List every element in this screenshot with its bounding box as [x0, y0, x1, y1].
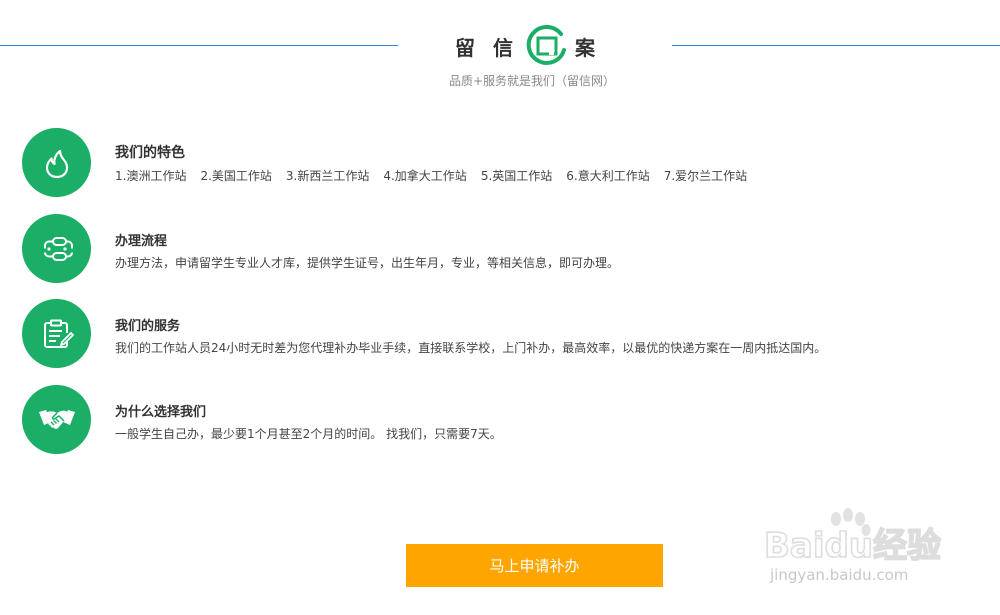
tagline: 品质+服务就是我们（留信网） — [448, 74, 616, 88]
station-list: 1.澳洲工作站 2.美国工作站 3.新西兰工作站 4.加拿大工作站 5.英国工作… — [115, 167, 747, 184]
feature-desc: 一般学生自己办，最少要1个月甚至2个月的时间。 找我们，只需要7天。 — [115, 427, 502, 441]
feature-title: 办理流程 — [115, 234, 168, 249]
logo-char-2: 信 — [493, 35, 513, 60]
feature-title: 我们的服务 — [115, 319, 181, 334]
watermark-url: jingyan.baidu.com — [770, 566, 909, 584]
station-link-canada[interactable]: 4.加拿大工作站 — [383, 167, 466, 184]
feature-item-features: 我们的特色 1.澳洲工作站 2.美国工作站 3.新西兰工作站 4.加拿大工作站 … — [22, 128, 982, 198]
station-link-ireland[interactable]: 7.爱尔兰工作站 — [664, 167, 747, 184]
header-divider-right — [672, 45, 1000, 46]
handshake-icon — [22, 385, 91, 454]
feature-title: 我们的特色 — [115, 145, 185, 161]
flame-icon — [22, 128, 91, 197]
page-header: 留 信 案 品质+服务就是我们（留信网） — [0, 0, 1000, 100]
station-link-uk[interactable]: 5.英国工作站 — [481, 167, 552, 184]
clipboard-pen-icon — [22, 299, 91, 368]
feature-desc: 我们的工作站人员24小时无时差为您代理补办毕业手续，直接联系学校，上门补办，最高… — [115, 341, 827, 355]
process-flow-icon — [22, 214, 91, 283]
station-link-new-zealand[interactable]: 3.新西兰工作站 — [286, 167, 369, 184]
feature-item-services: 我们的服务 我们的工作站人员24小时无时差为您代理补办毕业手续，直接联系学校，上… — [22, 299, 982, 369]
site-logo[interactable]: 留 信 案 — [455, 24, 595, 68]
feature-title: 为什么选择我们 — [115, 405, 207, 420]
logo-char-1: 留 — [455, 35, 475, 60]
feature-item-process: 办理流程 办理方法，申请留学生专业人才库，提供学生证号，出生年月，专业，等相关信… — [22, 214, 982, 284]
station-link-italy[interactable]: 6.意大利工作站 — [566, 167, 649, 184]
feature-item-why-us: 为什么选择我们 一般学生自己办，最少要1个月甚至2个月的时间。 找我们，只需要7… — [22, 385, 982, 455]
feature-desc: 办理方法，申请留学生专业人才库，提供学生证号，出生年月，专业，等相关信息，即可办… — [115, 256, 620, 270]
station-link-usa[interactable]: 2.美国工作站 — [200, 167, 271, 184]
header-divider-left — [0, 45, 398, 46]
watermark-brand: Baidu经验 — [764, 526, 941, 566]
station-link-australia[interactable]: 1.澳洲工作站 — [115, 167, 186, 184]
logo-char-3: 案 — [575, 35, 595, 60]
apply-now-button[interactable]: 马上申请补办 — [406, 544, 663, 587]
logo-mark-icon — [526, 24, 566, 65]
